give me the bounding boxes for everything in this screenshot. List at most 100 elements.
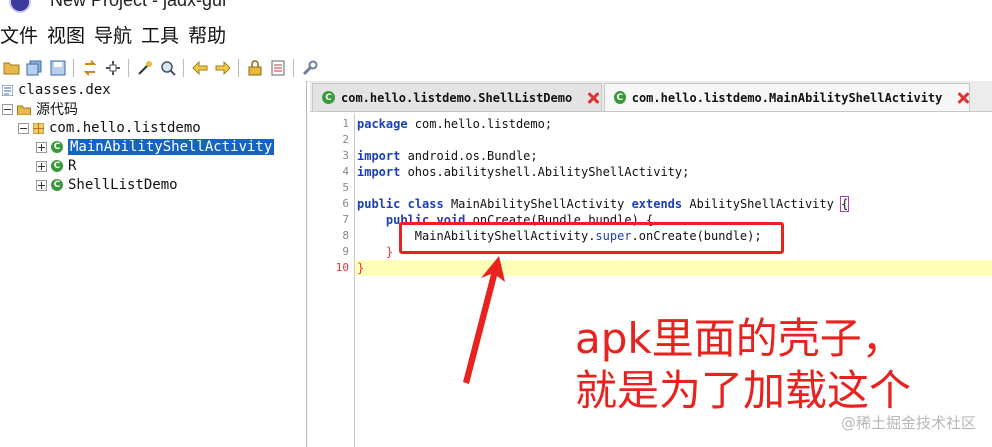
keyword: import [357, 165, 401, 179]
tab-shell-list-demo[interactable]: C com.hello.listdemo.ShellListDemo [312, 83, 602, 111]
tree-node-class[interactable]: C ShellListDemo [36, 176, 178, 194]
package-icon [33, 122, 44, 134]
code-line-9: } [357, 244, 393, 260]
dex-file-icon [2, 84, 13, 96]
expand-icon[interactable] [103, 58, 122, 77]
line-number-gutter: 1 2 3 4 5 6 7 8 9 10 [315, 114, 355, 447]
tree-node-class[interactable]: C MainAbilityShellActivity [36, 138, 275, 156]
brace: } [385, 245, 394, 259]
back-arrow-icon[interactable] [190, 58, 209, 77]
keyword: package [357, 117, 408, 131]
annotation-highlight-box [399, 222, 784, 254]
brace: } [357, 261, 365, 275]
current-line-highlight [355, 260, 992, 276]
toolbar-separator [293, 58, 294, 77]
toolbar [0, 54, 992, 82]
line-number: 2 [342, 133, 349, 146]
menu-view[interactable]: 视图 [47, 22, 85, 50]
editor-tab-bar: C com.hello.listdemo.ShellListDemo C com… [310, 81, 992, 112]
annotation-line: apk里面的壳子， [575, 314, 904, 363]
line-number: 6 [342, 197, 349, 210]
menu-bar: 文件 视图 导航 工具 帮助 [0, 22, 992, 50]
search-icon[interactable] [158, 58, 177, 77]
toolbar-separator [183, 58, 184, 77]
open-folder-icon[interactable] [2, 58, 21, 77]
line-number-current: 10 [335, 261, 349, 274]
code-text: AbilityShellActivity [682, 197, 842, 211]
code-line-1: package com.hello.listdemo; [357, 116, 552, 132]
lock-icon[interactable] [245, 58, 264, 77]
matched-brace: { [840, 196, 850, 212]
forward-arrow-icon[interactable] [213, 58, 232, 77]
keyword: import [357, 149, 401, 163]
code-text: android.os.Bundle; [400, 149, 538, 163]
code-text: com.hello.listdemo; [407, 117, 553, 131]
wand-icon[interactable] [135, 58, 154, 77]
log-icon[interactable] [268, 58, 287, 77]
class-icon: C [322, 91, 335, 104]
tab-main-ability-shell-activity[interactable]: C com.hello.listdemo.MainAbilityShellAct… [604, 83, 970, 111]
expand-toggle[interactable] [36, 160, 47, 172]
line-number: 1 [342, 117, 349, 130]
keyword: public [357, 197, 401, 211]
folder-icon [17, 105, 31, 115]
annotation-text: apk里面的壳子， 就是为了加载这个 [575, 313, 911, 417]
menu-help[interactable]: 帮助 [188, 22, 226, 50]
code-line-3: import android.os.Bundle; [357, 148, 538, 164]
menu-file[interactable]: 文件 [0, 22, 38, 50]
code-line-10: } [357, 260, 364, 276]
tree-label-class: ShellListDemo [68, 177, 178, 193]
tab-label: com.hello.listdemo.ShellListDemo [341, 90, 573, 105]
expand-toggle[interactable] [36, 141, 47, 153]
expand-toggle[interactable] [36, 179, 47, 191]
line-number: 4 [342, 165, 349, 178]
title-bar: New Project - jadx-gui [0, 0, 992, 20]
annotation-line: 就是为了加载这个 [575, 366, 912, 415]
tree-node-source[interactable]: 源代码 [2, 100, 78, 118]
class-icon: C [51, 179, 63, 191]
code-text: MainAbilityShellActivity [443, 197, 632, 211]
keyword: extends [631, 197, 683, 211]
tree-node-class[interactable]: C R [36, 157, 76, 175]
code-line-4: import ohos.abilityshell.AbilityShellAct… [357, 164, 689, 180]
line-number: 5 [342, 181, 349, 194]
toolbar-separator [238, 58, 239, 77]
line-number: 3 [342, 149, 349, 162]
class-icon: C [51, 160, 63, 172]
tree-label-class: MainAbilityShellActivity [68, 139, 275, 155]
sync-icon[interactable] [80, 58, 99, 77]
tree-label-source: 源代码 [36, 102, 78, 118]
save-all-icon[interactable] [25, 58, 44, 77]
menu-navigate[interactable]: 导航 [94, 22, 132, 50]
toolbar-separator [73, 58, 74, 77]
tab-label: com.hello.listdemo.MainAbilityShellActiv… [631, 90, 943, 105]
jadx-app-icon [9, 0, 31, 13]
tree-node-dex[interactable]: classes.dex [2, 81, 111, 99]
collapse-toggle[interactable] [2, 103, 13, 115]
project-tree: classes.dex 源代码 com.hello.listdemo C Mai… [0, 81, 307, 447]
line-number: 7 [342, 213, 349, 226]
close-icon[interactable] [586, 91, 600, 105]
collapse-toggle[interactable] [18, 122, 29, 134]
class-icon: C [51, 141, 63, 153]
tree-node-package[interactable]: com.hello.listdemo [18, 119, 201, 137]
watermark: @稀土掘金技术社区 [840, 414, 976, 432]
keyword: class [407, 197, 444, 211]
code-line-6: public class MainAbilityShellActivity ex… [357, 196, 850, 212]
wrench-icon[interactable] [300, 58, 319, 77]
code-text: ohos.abilityshell.AbilityShellActivity; [400, 165, 690, 179]
tree-label-dex: classes.dex [18, 82, 111, 98]
window-title: New Project - jadx-gui [50, 0, 227, 10]
class-icon: C [614, 91, 626, 104]
tree-label-package: com.hello.listdemo [49, 120, 201, 136]
line-number: 9 [342, 245, 349, 258]
menu-tools[interactable]: 工具 [141, 22, 179, 50]
close-icon[interactable] [956, 91, 969, 105]
annotation-arrow-icon [463, 256, 505, 384]
toolbar-separator [128, 58, 129, 77]
save-icon[interactable] [48, 58, 67, 77]
line-number: 8 [342, 229, 349, 242]
tree-label-class: R [68, 158, 77, 174]
